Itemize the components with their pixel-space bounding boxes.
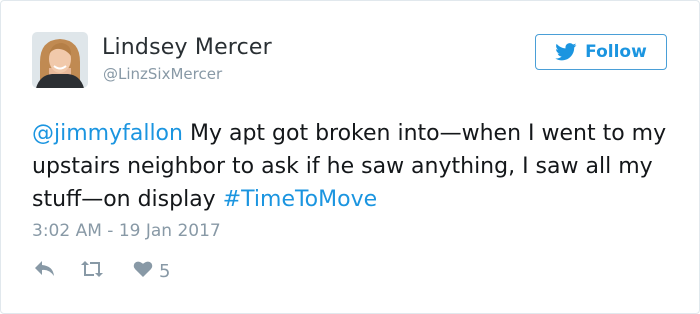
reply-button[interactable] bbox=[34, 260, 56, 282]
heart-icon bbox=[133, 260, 153, 282]
avatar[interactable] bbox=[32, 32, 88, 88]
follow-label: Follow bbox=[585, 42, 647, 62]
mention-link[interactable]: @jimmyfallon bbox=[32, 121, 183, 146]
avatar-photo bbox=[32, 32, 88, 88]
author-handle[interactable]: @LinzSixMercer bbox=[103, 65, 222, 83]
tweet-text: @jimmyfallon My apt got broken into—when… bbox=[32, 117, 672, 216]
tweet-card: Lindsey Mercer @LinzSixMercer Follow @ji… bbox=[0, 0, 700, 314]
hashtag-link[interactable]: #TimeToMove bbox=[223, 187, 377, 212]
twitter-bird-icon bbox=[555, 43, 577, 61]
follow-button[interactable]: Follow bbox=[535, 34, 667, 70]
retweet-icon bbox=[79, 260, 105, 282]
tweet-actions: 5 bbox=[34, 259, 170, 283]
reply-icon bbox=[34, 260, 56, 282]
retweet-button[interactable] bbox=[79, 260, 105, 282]
like-button[interactable]: 5 bbox=[133, 260, 170, 282]
author-name[interactable]: Lindsey Mercer bbox=[102, 35, 272, 60]
like-count: 5 bbox=[159, 260, 171, 282]
tweet-timestamp[interactable]: 3:02 AM - 19 Jan 2017 bbox=[32, 221, 221, 241]
